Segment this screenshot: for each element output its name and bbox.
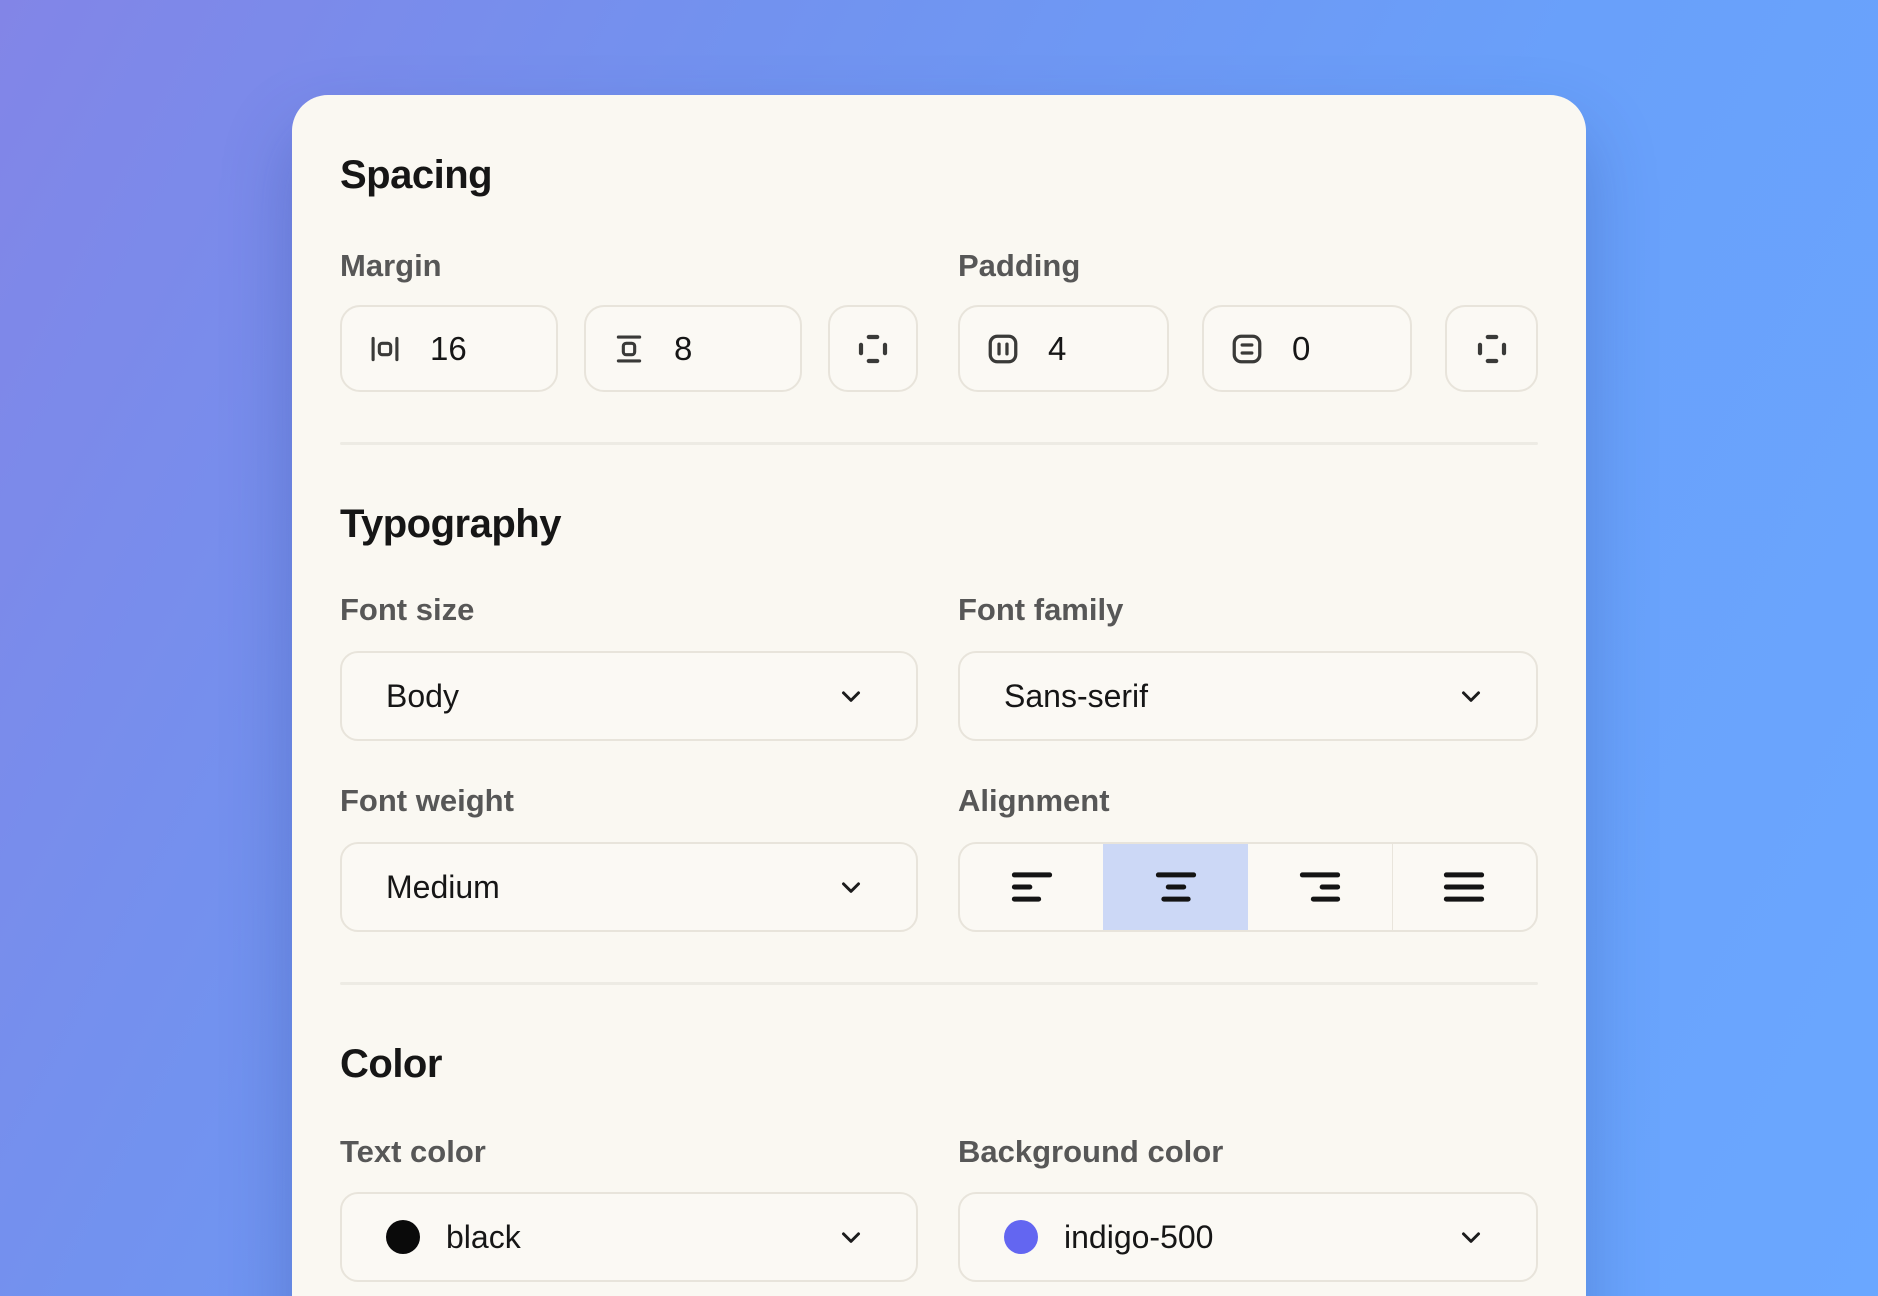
align-right-button[interactable] (1248, 844, 1392, 930)
align-left-icon (1010, 865, 1054, 909)
desktop-background: Spacing Margin Padding 16 (0, 0, 1878, 1296)
margin-controls: 16 8 (340, 305, 918, 392)
background-color-label: Background color (958, 1134, 1538, 1170)
padding-horizontal-icon (986, 332, 1020, 366)
margin-individual-sides-button[interactable] (828, 305, 918, 392)
margin-vertical-input[interactable]: 8 (584, 305, 802, 392)
font-weight-value: Medium (386, 869, 500, 906)
margin-horizontal-input[interactable]: 16 (340, 305, 558, 392)
section-title-spacing: Spacing (340, 151, 1538, 199)
align-right-icon (1298, 865, 1342, 909)
font-family-label: Font family (958, 592, 1538, 628)
background-color-swatch (1004, 1220, 1038, 1254)
padding-label: Padding (958, 248, 1538, 284)
dashed-square-icon (1474, 331, 1510, 367)
padding-vertical-input[interactable]: 0 (1202, 305, 1412, 392)
font-size-dropdown[interactable]: Body (340, 651, 918, 741)
chevron-down-icon (836, 681, 866, 711)
section-title-color: Color (340, 1040, 1538, 1088)
chevron-down-icon (1456, 1222, 1486, 1252)
chevron-down-icon (836, 872, 866, 902)
font-family-dropdown[interactable]: Sans-serif (958, 651, 1538, 741)
align-justify-icon (1442, 865, 1486, 909)
alignment-segmented-control (958, 842, 1538, 932)
background-color-value: indigo-500 (1064, 1219, 1213, 1256)
text-color-swatch (386, 1220, 420, 1254)
padding-individual-sides-button[interactable] (1445, 305, 1538, 392)
margin-horizontal-icon (368, 332, 402, 366)
font-size-label: Font size (340, 592, 918, 628)
section-divider (340, 442, 1538, 445)
section-divider (340, 982, 1538, 985)
text-color-label: Text color (340, 1134, 918, 1170)
align-center-icon (1154, 865, 1198, 909)
margin-label: Margin (340, 248, 918, 284)
align-left-button[interactable] (960, 844, 1103, 930)
margin-vertical-icon (612, 332, 646, 366)
text-color-dropdown[interactable]: black (340, 1192, 918, 1282)
align-justify-button[interactable] (1392, 844, 1536, 930)
margin-horizontal-value: 16 (430, 330, 467, 368)
chevron-down-icon (836, 1222, 866, 1252)
properties-panel: Spacing Margin Padding 16 (292, 95, 1586, 1296)
font-size-value: Body (386, 678, 459, 715)
padding-vertical-icon (1230, 332, 1264, 366)
text-color-value: black (446, 1219, 521, 1256)
margin-vertical-value: 8 (674, 330, 692, 368)
alignment-label: Alignment (958, 783, 1538, 819)
padding-controls: 4 0 (958, 305, 1538, 392)
section-title-typography: Typography (340, 500, 1538, 548)
padding-vertical-value: 0 (1292, 330, 1310, 368)
font-weight-dropdown[interactable]: Medium (340, 842, 918, 932)
align-center-button[interactable] (1103, 844, 1247, 930)
font-weight-label: Font weight (340, 783, 918, 819)
font-family-value: Sans-serif (1004, 678, 1148, 715)
padding-horizontal-value: 4 (1048, 330, 1066, 368)
padding-horizontal-input[interactable]: 4 (958, 305, 1169, 392)
dashed-square-icon (855, 331, 891, 367)
chevron-down-icon (1456, 681, 1486, 711)
background-color-dropdown[interactable]: indigo-500 (958, 1192, 1538, 1282)
